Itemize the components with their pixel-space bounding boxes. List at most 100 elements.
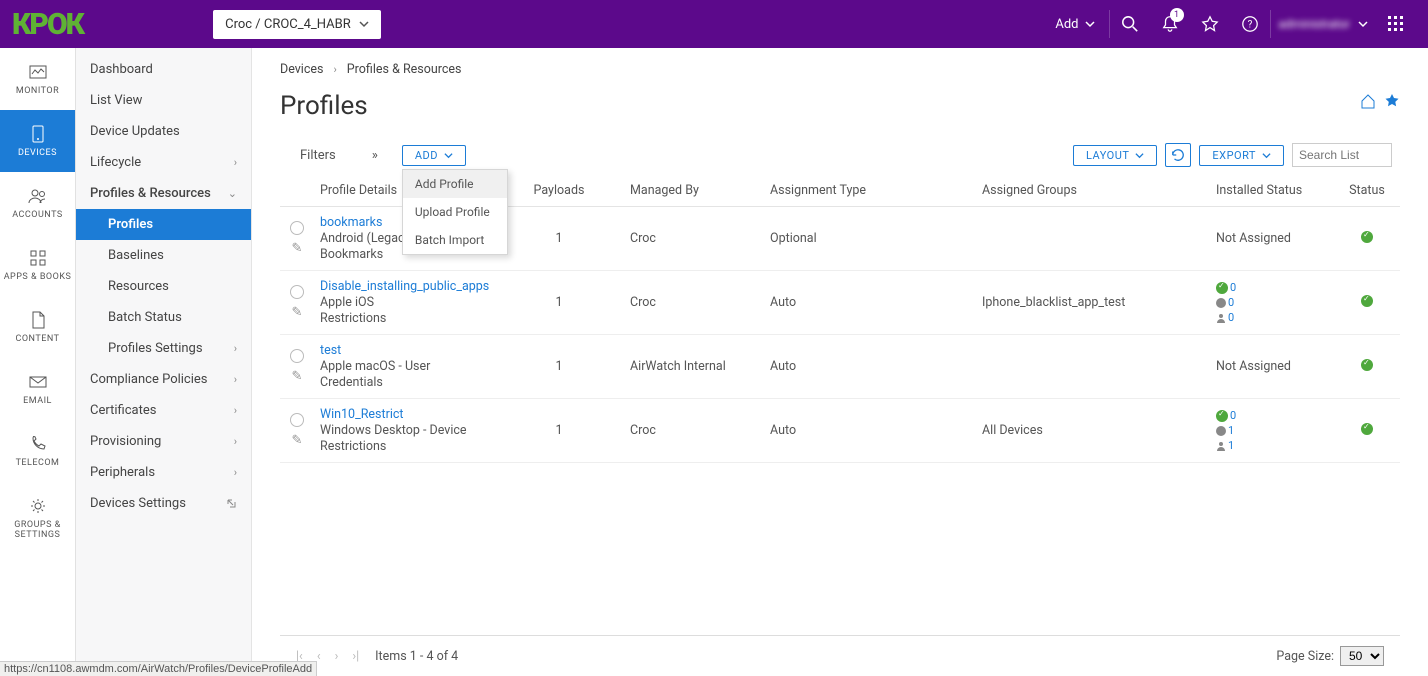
- table-row[interactable]: ✎ test Apple macOS - User Credentials 1 …: [280, 335, 1400, 399]
- username-label: administrator: [1279, 17, 1350, 31]
- search-icon: [1121, 15, 1139, 33]
- col-assign[interactable]: Assignment Type: [764, 183, 976, 198]
- primary-nav: MONITOR DEVICES ACCOUNTS APPS & BOOKS CO…: [0, 48, 76, 676]
- nav-monitor[interactable]: MONITOR: [0, 48, 75, 110]
- user-menu[interactable]: administrator: [1271, 17, 1376, 31]
- sidebar-list-view[interactable]: List View: [76, 85, 251, 116]
- sidebar-lifecycle[interactable]: Lifecycle›: [76, 147, 251, 178]
- sidebar-profiles-settings[interactable]: Profiles Settings›: [76, 333, 251, 364]
- page-last[interactable]: ›|: [352, 649, 359, 664]
- topbar-add-button[interactable]: Add: [1041, 17, 1108, 32]
- nav-accounts[interactable]: ACCOUNTS: [0, 172, 75, 234]
- add-button[interactable]: ADD: [402, 145, 466, 166]
- sidebar-device-updates[interactable]: Device Updates: [76, 116, 251, 147]
- star-icon[interactable]: [1384, 93, 1400, 109]
- profile-name-link[interactable]: Win10_Restrict: [320, 407, 488, 422]
- refresh-button[interactable]: [1165, 143, 1191, 167]
- topbar: КРОК Croc / CROC_4_HABR Add 1 ? administ…: [0, 0, 1428, 48]
- refresh-icon: [1171, 148, 1185, 162]
- chevron-right-icon: ›: [234, 373, 237, 386]
- page-size-select[interactable]: 50: [1340, 646, 1384, 666]
- help-button[interactable]: ?: [1230, 0, 1270, 48]
- export-button[interactable]: EXPORT: [1199, 145, 1284, 166]
- sidebar-profiles-resources[interactable]: Profiles & Resources⌄: [76, 178, 251, 209]
- row-radio[interactable]: [290, 413, 304, 427]
- filters-toggle[interactable]: Filters »: [288, 148, 390, 163]
- sidebar-devices-settings[interactable]: Devices Settings: [76, 488, 251, 519]
- status-ok-icon: [1361, 231, 1373, 243]
- chevron-right-icon: ›: [333, 63, 336, 76]
- sidebar-peripherals[interactable]: Peripherals›: [76, 457, 251, 488]
- sidebar-baselines[interactable]: Baselines: [76, 240, 251, 271]
- edit-icon[interactable]: ✎: [292, 241, 303, 256]
- sidebar-provisioning[interactable]: Provisioning›: [76, 426, 251, 457]
- profile-name-link[interactable]: Disable_installing_public_apps: [320, 279, 488, 294]
- secondary-nav: Dashboard List View Device Updates Lifec…: [76, 48, 252, 676]
- page-next[interactable]: ›: [335, 649, 339, 664]
- content-icon: [31, 311, 45, 329]
- breadcrumb-devices[interactable]: Devices: [280, 62, 323, 77]
- external-link-icon: [226, 498, 237, 509]
- nav-groups-settings[interactable]: GROUPS & SETTINGS: [0, 482, 75, 554]
- star-icon: [1201, 15, 1219, 33]
- col-status[interactable]: Status: [1340, 183, 1394, 198]
- chevron-down-icon: [1135, 151, 1144, 160]
- row-radio[interactable]: [290, 221, 304, 235]
- org-switcher[interactable]: Croc / CROC_4_HABR: [213, 10, 381, 39]
- star-button[interactable]: [1190, 0, 1230, 48]
- table-row[interactable]: ✎ Disable_installing_public_apps Apple i…: [280, 271, 1400, 335]
- topbar-add-label: Add: [1055, 17, 1078, 32]
- page-size-label: Page Size:: [1276, 649, 1334, 664]
- row-radio[interactable]: [290, 285, 304, 299]
- nav-telecom[interactable]: TELECOM: [0, 420, 75, 482]
- status-bar-url: https://cn1108.awmdm.com/AirWatch/Profil…: [0, 661, 317, 676]
- nav-apps-books[interactable]: APPS & BOOKS: [0, 234, 75, 296]
- page-prev[interactable]: ‹: [317, 649, 321, 664]
- dropdown-batch-import[interactable]: Batch Import: [403, 226, 507, 254]
- nav-devices[interactable]: DEVICES: [0, 110, 75, 172]
- table-row[interactable]: ✎ Win10_Restrict Windows Desktop - Devic…: [280, 399, 1400, 463]
- installed-status: 0 1 1: [1210, 409, 1340, 452]
- edit-icon[interactable]: ✎: [292, 369, 303, 384]
- status-cell: [1340, 423, 1394, 439]
- profile-name-link[interactable]: test: [320, 343, 488, 358]
- minus-icon: [1216, 426, 1226, 436]
- sidebar-compliance-policies[interactable]: Compliance Policies›: [76, 364, 251, 395]
- sidebar-resources[interactable]: Resources: [76, 271, 251, 302]
- col-groups[interactable]: Assigned Groups: [976, 183, 1210, 198]
- nav-email[interactable]: EMAIL: [0, 358, 75, 420]
- check-icon: [1216, 282, 1228, 294]
- install-status-text: Not Assigned: [1216, 359, 1291, 374]
- layout-button[interactable]: LAYOUT: [1073, 145, 1157, 166]
- sidebar-dashboard[interactable]: Dashboard: [76, 54, 251, 85]
- search-button[interactable]: [1110, 0, 1150, 48]
- sidebar-certificates[interactable]: Certificates›: [76, 395, 251, 426]
- col-payloads[interactable]: Payloads: [494, 183, 624, 198]
- sidebar-profiles[interactable]: Profiles: [76, 209, 251, 240]
- dropdown-add-profile[interactable]: Add Profile: [403, 170, 507, 198]
- dropdown-upload-profile[interactable]: Upload Profile: [403, 198, 507, 226]
- nav-content[interactable]: CONTENT: [0, 296, 75, 358]
- notifications-button[interactable]: 1: [1150, 0, 1190, 48]
- chevron-right-icon: ›: [234, 435, 237, 448]
- add-dropdown: Add Profile Upload Profile Batch Import: [402, 169, 508, 255]
- profile-platform: Apple macOS - User: [320, 359, 488, 374]
- edit-icon[interactable]: ✎: [292, 305, 303, 320]
- status-ok-icon: [1361, 423, 1373, 435]
- nav-accounts-label: ACCOUNTS: [12, 210, 63, 220]
- row-radio[interactable]: [290, 349, 304, 363]
- col-managed[interactable]: Managed By: [624, 183, 764, 198]
- edit-icon[interactable]: ✎: [292, 433, 303, 448]
- chevron-down-icon: [1358, 19, 1368, 29]
- nav-monitor-label: MONITOR: [16, 86, 59, 96]
- col-install[interactable]: Installed Status: [1210, 183, 1340, 198]
- minus-icon: [1216, 298, 1226, 308]
- nav-devices-label: DEVICES: [18, 148, 57, 158]
- apps-grid-button[interactable]: [1376, 0, 1416, 48]
- sidebar-batch-status[interactable]: Batch Status: [76, 302, 251, 333]
- accounts-icon: [28, 188, 48, 204]
- search-input[interactable]: [1292, 143, 1392, 167]
- payloads-count: 1: [494, 295, 624, 310]
- managed-by: Croc: [624, 231, 764, 246]
- home-icon[interactable]: [1360, 93, 1376, 109]
